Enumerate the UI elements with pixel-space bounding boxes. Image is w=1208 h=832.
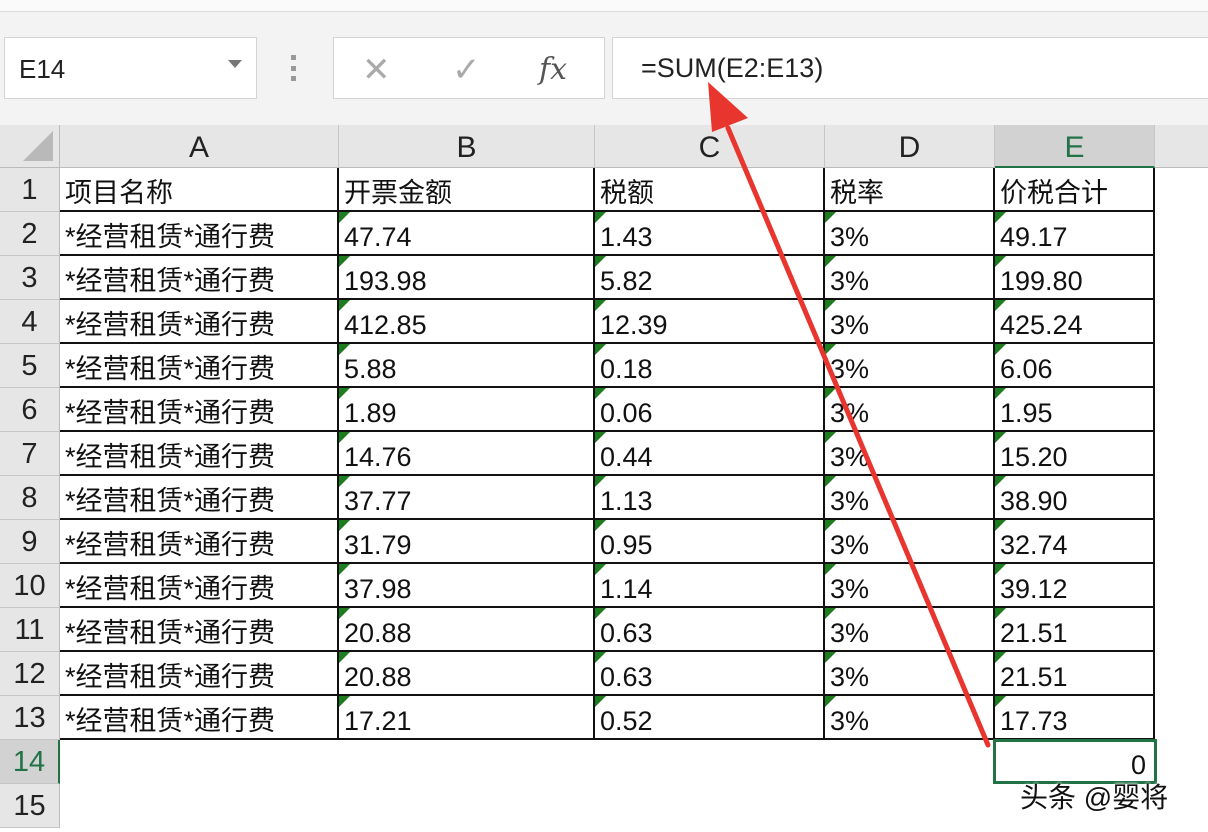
arrow-head — [708, 82, 748, 132]
red-arrow-annotation — [708, 82, 991, 748]
arrow-shaft — [725, 125, 991, 748]
